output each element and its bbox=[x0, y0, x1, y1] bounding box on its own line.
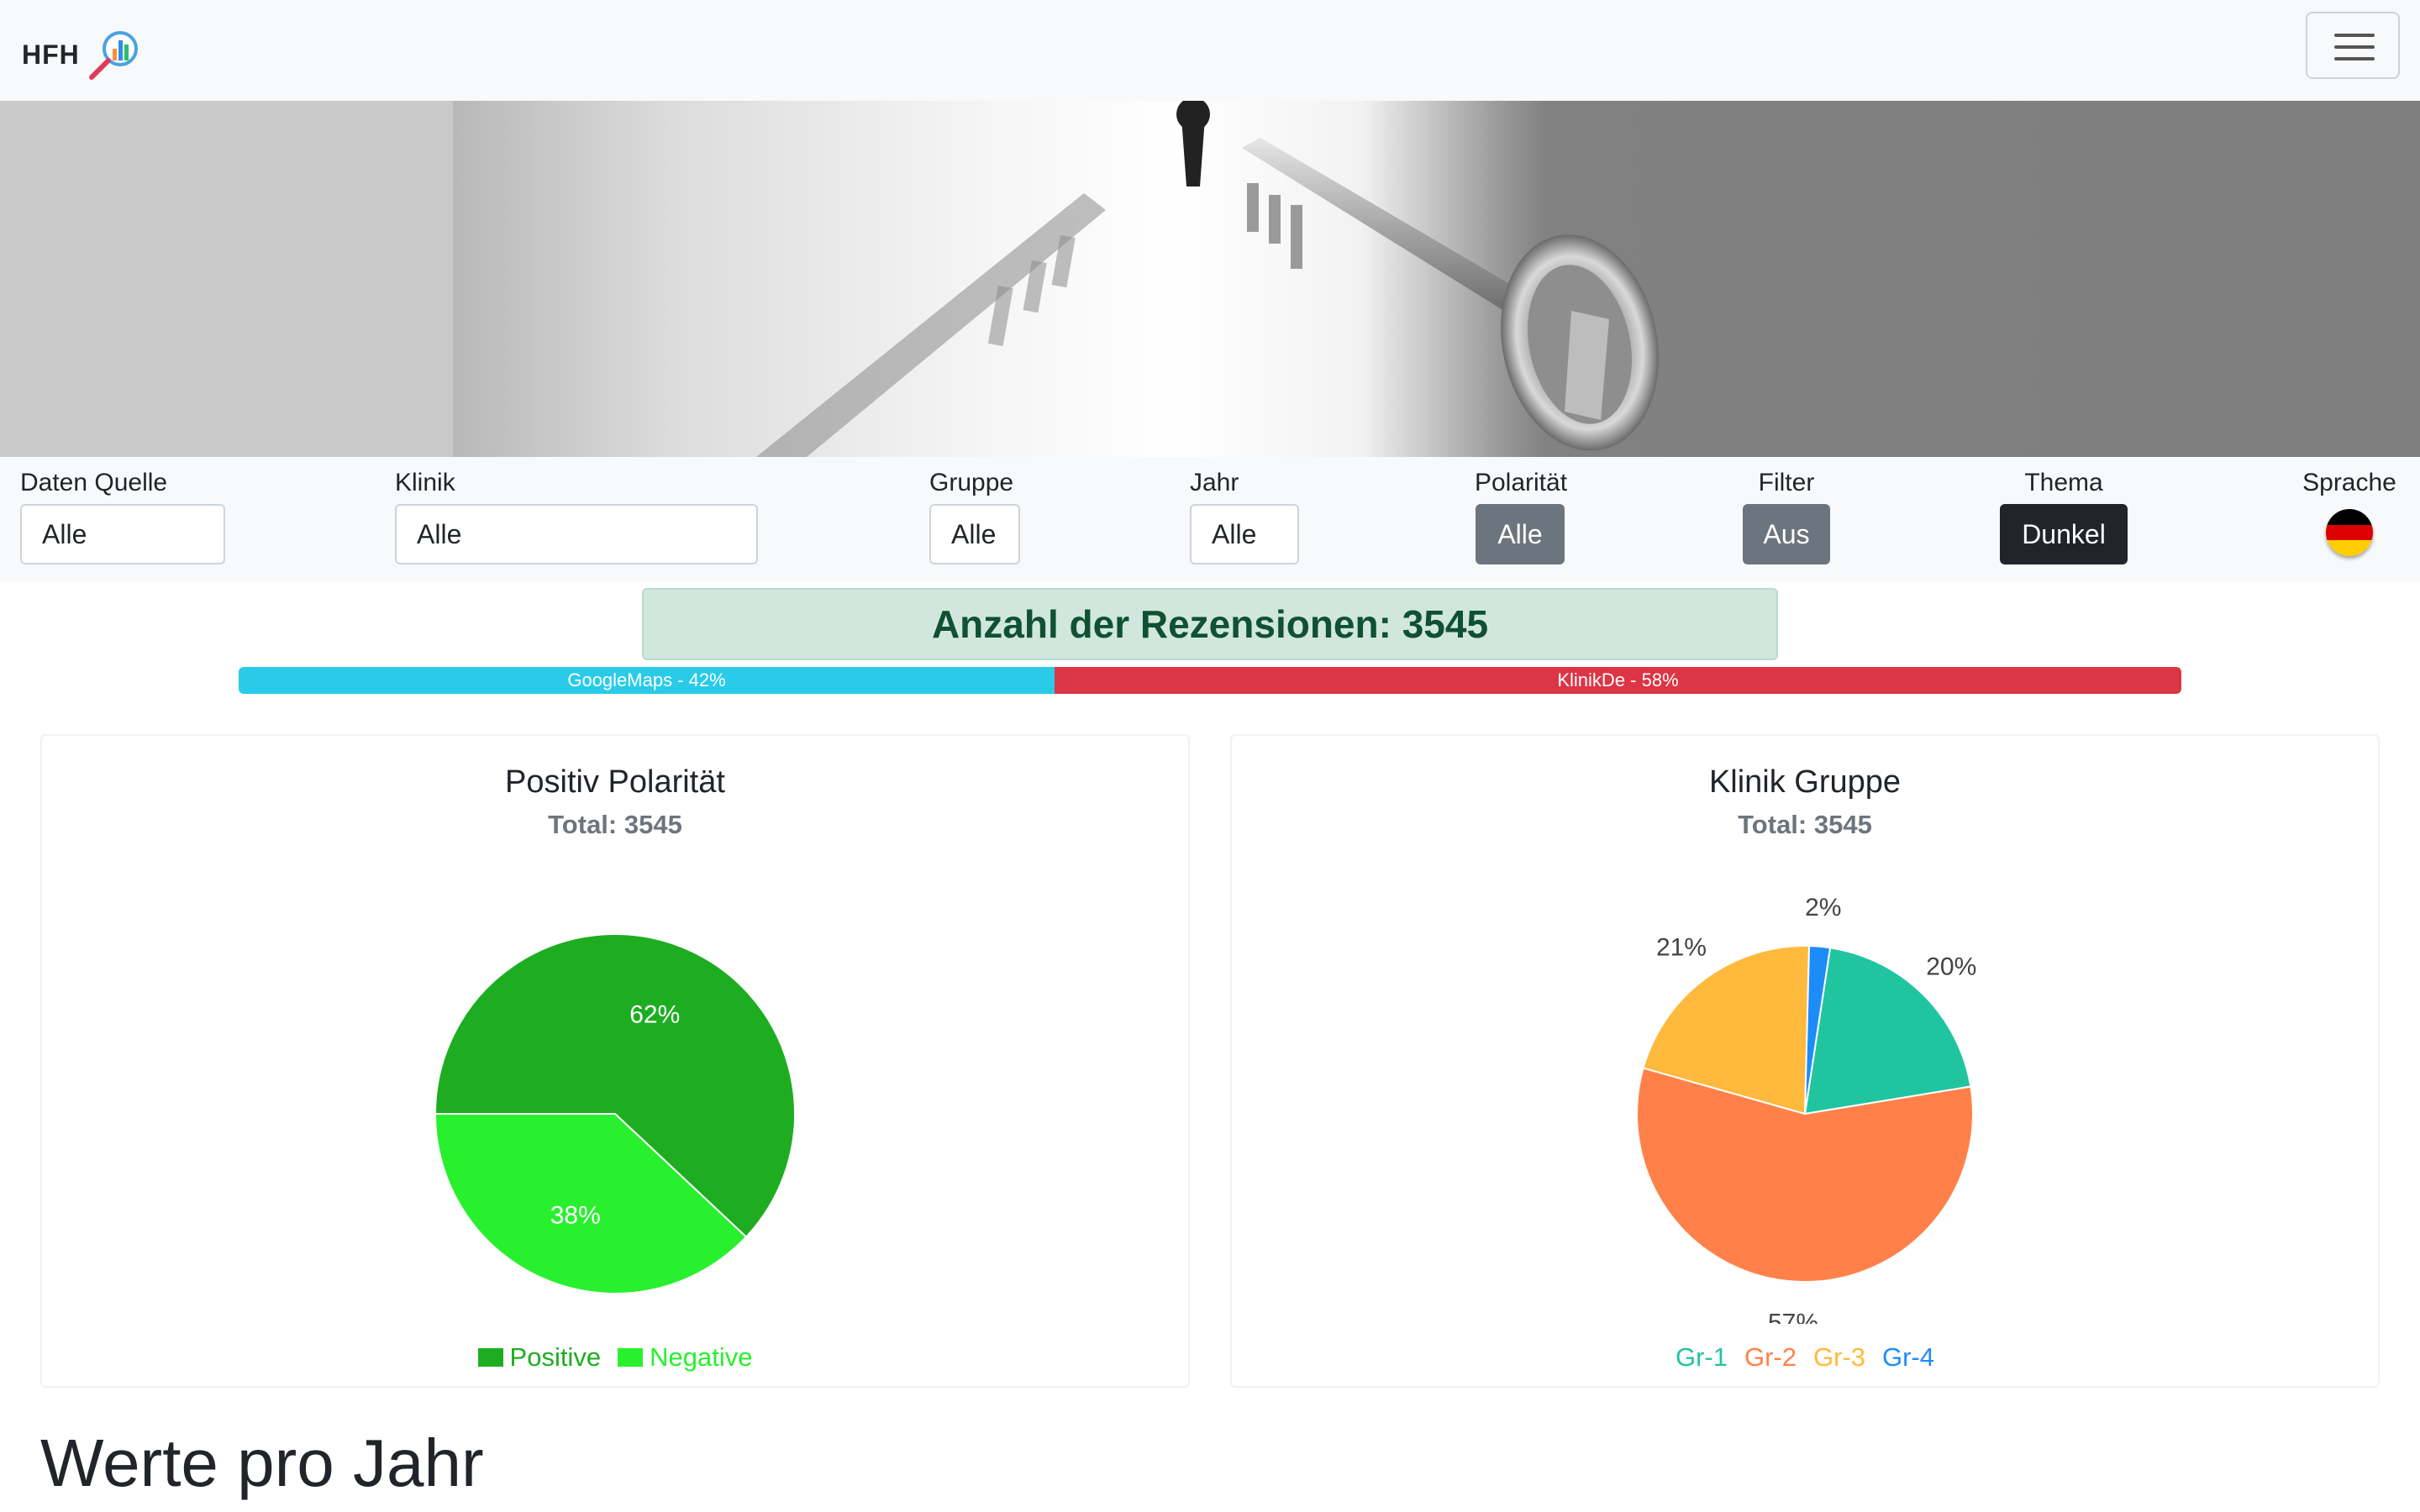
chart-magnifier-logo-icon bbox=[88, 31, 138, 80]
legend-item-gr-4[interactable]: Gr-4 bbox=[1882, 1342, 1934, 1373]
legend-item-gr-2[interactable]: Gr-2 bbox=[1744, 1342, 1797, 1373]
polarity-pie-chart: 62% 38% bbox=[434, 933, 796, 1294]
pie-slice-label: 38% bbox=[550, 1201, 601, 1229]
brand-name: HFH bbox=[22, 39, 80, 70]
german-flag-icon[interactable] bbox=[2326, 509, 2373, 556]
data-source-select[interactable]: Alle bbox=[20, 504, 225, 564]
legend-label: Positive bbox=[509, 1342, 602, 1372]
key-illustration bbox=[756, 101, 1659, 457]
pie-slice-label: 2% bbox=[1805, 894, 1841, 921]
language-label: Sprache bbox=[2302, 469, 2396, 496]
year-select[interactable]: Alle bbox=[1190, 504, 1299, 564]
navbar: HFH bbox=[0, 0, 2420, 101]
source-distribution-bar: GoogleMaps - 42% KlinikDe - 58% bbox=[239, 667, 2181, 694]
polarity-chart-legend: Positive Negative bbox=[42, 1342, 1188, 1373]
brand[interactable]: HFH bbox=[22, 29, 142, 81]
filter-year: Jahr Alle bbox=[1190, 469, 1299, 564]
legend-item-gr-1[interactable]: Gr-1 bbox=[1676, 1342, 1728, 1373]
group-select[interactable]: Alle bbox=[929, 504, 1020, 564]
pie-slice-label: 57% bbox=[1768, 1310, 1818, 1324]
filter-group: Gruppe Alle bbox=[929, 469, 1020, 564]
polarity-chart-card: Positiv Polarität Total: 3545 62% 38% Pos… bbox=[40, 734, 1190, 1388]
clinic-group-chart-card: Klinik Gruppe Total: 3545 20% 57% 21% 2% Gr… bbox=[1230, 734, 2380, 1388]
filter-clinic: Klinik Alle bbox=[395, 469, 758, 564]
filter-theme: Thema Dunkel bbox=[2000, 469, 2128, 564]
polarity-button[interactable]: Alle bbox=[1476, 504, 1565, 564]
legend-label: Gr-2 bbox=[1744, 1342, 1797, 1372]
filter-language: Sprache bbox=[2299, 469, 2400, 556]
pie-slice-label: 62% bbox=[629, 1001, 680, 1029]
theme-label: Thema bbox=[2024, 469, 2103, 496]
theme-toggle-button[interactable]: Dunkel bbox=[2000, 504, 2128, 564]
hero-image bbox=[0, 101, 2420, 457]
legend-item-negative[interactable]: Negative bbox=[618, 1342, 752, 1373]
legend-item-positive[interactable]: Positive bbox=[477, 1342, 602, 1373]
legend-item-gr-3[interactable]: Gr-3 bbox=[1813, 1342, 1865, 1373]
source-bar-segment: KlinikDe - 58% bbox=[1055, 667, 2181, 694]
group-label: Gruppe bbox=[929, 469, 1014, 496]
legend-swatch bbox=[477, 1348, 503, 1367]
data-source-label: Daten Quelle bbox=[20, 469, 168, 496]
legend-label: Negative bbox=[650, 1342, 753, 1372]
legend-swatch bbox=[618, 1348, 644, 1367]
filter-toggle-button[interactable]: Aus bbox=[1743, 504, 1830, 564]
year-label: Jahr bbox=[1190, 469, 1239, 496]
clinic-label: Klinik bbox=[395, 469, 455, 496]
menu-toggle-button[interactable] bbox=[2306, 12, 2400, 79]
filter-bar: Daten Quelle Alle Klinik Alle Gruppe All… bbox=[0, 457, 2420, 581]
review-count-banner: Anzahl der Rezensionen: 3545 bbox=[642, 588, 1778, 660]
section-title-values-per-year: Werte pro Jahr bbox=[40, 1425, 484, 1500]
legend-label: Gr-1 bbox=[1676, 1342, 1728, 1372]
filter-label: Filter bbox=[1758, 469, 1815, 496]
filter-polarity: Polarität Alle bbox=[1470, 469, 1571, 564]
polarity-label: Polarität bbox=[1474, 469, 1568, 496]
filter-data-source: Daten Quelle Alle bbox=[20, 469, 225, 564]
pie-slice-label: 20% bbox=[1926, 953, 1976, 981]
legend-label: Gr-3 bbox=[1813, 1342, 1865, 1372]
source-bar-segment: GoogleMaps - 42% bbox=[239, 667, 1055, 694]
filter-filter: Filter Aus bbox=[1743, 469, 1830, 564]
clinic-group-chart-legend: Gr-1 Gr-2 Gr-3 Gr-4 bbox=[1232, 1342, 2378, 1373]
legend-label: Gr-4 bbox=[1882, 1342, 1934, 1372]
clinic-group-pie-chart: 20% 57% 21% 2% bbox=[1636, 894, 1976, 1324]
clinic-select[interactable]: Alle bbox=[395, 504, 758, 564]
pie-slice-label: 21% bbox=[1656, 933, 1707, 961]
